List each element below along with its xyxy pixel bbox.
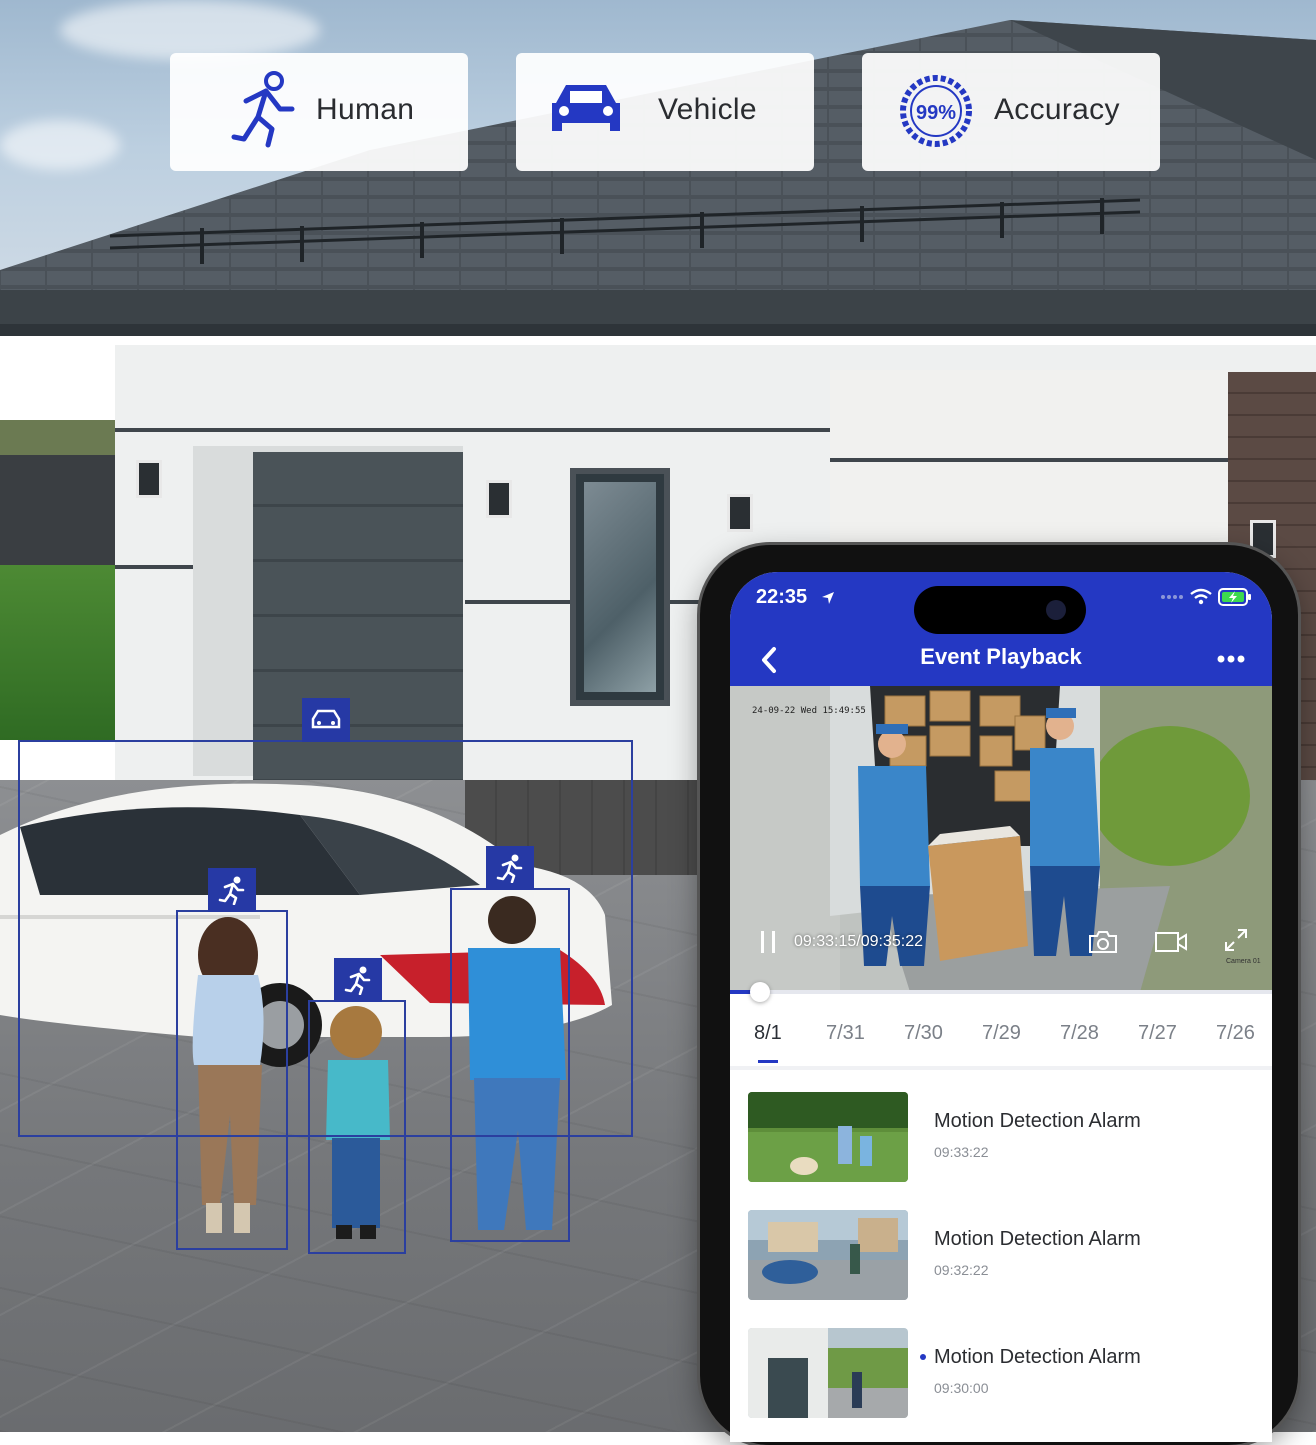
nav-bar: Event Playback	[730, 634, 1272, 686]
date-tab-7-31[interactable]: 7/31	[826, 1022, 865, 1045]
date-tab-7-28[interactable]: 7/28	[1060, 1022, 1099, 1045]
date-tab-7-26[interactable]: 7/26	[1216, 1022, 1255, 1045]
event-title: Motion Detection Alarm	[934, 1110, 1141, 1132]
event-title: Motion Detection Alarm	[934, 1228, 1141, 1250]
human-detection-tag-child	[334, 958, 382, 1002]
event-list-item[interactable]: Motion Detection Alarm 09:32:22	[748, 1210, 1254, 1302]
battery-charging-icon	[1218, 588, 1251, 606]
date-tab-7-27[interactable]: 7/27	[1138, 1022, 1177, 1045]
human-detection-box-child	[308, 1000, 406, 1254]
running-person-icon	[496, 854, 523, 883]
accuracy-gauge-icon: 99%	[900, 75, 972, 147]
garage-door	[253, 452, 463, 782]
feature-badge-vehicle: Vehicle	[516, 53, 814, 171]
human-detection-box-man	[450, 888, 570, 1242]
running-person-icon	[231, 71, 295, 148]
feature-badge-accuracy: 99% Accuracy	[862, 53, 1160, 171]
human-detection-tag-woman	[208, 868, 256, 912]
status-time: 22:35	[756, 586, 808, 608]
car-outline-icon	[311, 709, 341, 729]
vehicle-detection-tag	[302, 698, 350, 742]
event-time: 09:30:00	[934, 1380, 989, 1396]
date-tab-7-30[interactable]: 7/30	[904, 1022, 943, 1045]
playback-time: 09:33:15/09:35:22	[794, 933, 924, 950]
running-person-icon	[344, 966, 371, 995]
camera-snapshot-icon[interactable]	[1088, 930, 1118, 954]
date-tab-7-29[interactable]: 7/29	[982, 1022, 1021, 1045]
date-tabs: 8/1 7/31 7/30 7/29 7/28 7/27 7/26	[730, 1022, 1272, 1066]
event-thumbnail	[748, 1328, 908, 1418]
fullscreen-icon[interactable]	[1222, 926, 1250, 954]
feature-label-accuracy: Accuracy	[994, 93, 1120, 126]
signal-dots-icon	[1161, 595, 1183, 599]
location-arrow-icon	[822, 592, 834, 604]
feature-label-human: Human	[316, 93, 415, 126]
active-date-indicator	[758, 1060, 778, 1063]
human-detection-tag-man	[486, 846, 534, 890]
feature-badge-human: Human	[170, 53, 468, 171]
house-window	[570, 468, 670, 706]
wifi-icon	[1190, 588, 1212, 605]
unread-dot	[920, 1354, 926, 1360]
video-player[interactable]: 24-09-22 Wed 15:49:55 09:33:15/09:35:22 …	[730, 686, 1272, 992]
event-list-item[interactable]: Motion Detection Alarm 09:30:00	[748, 1328, 1254, 1420]
date-tab-8-1[interactable]: 8/1	[754, 1022, 782, 1045]
accuracy-percent: 99%	[916, 102, 956, 124]
human-detection-box-woman	[176, 910, 288, 1250]
phone-screen: 22:35 Event Playback 24-09-22 Wed 15:49:…	[730, 572, 1272, 1442]
event-thumbnail	[748, 1210, 908, 1300]
running-person-icon	[218, 876, 245, 905]
car-icon	[552, 85, 620, 131]
video-timestamp-overlay: 24-09-22 Wed 15:49:55	[752, 706, 866, 716]
playback-progress-fill	[730, 990, 752, 994]
event-list-item[interactable]: Motion Detection Alarm 09:33:22	[748, 1092, 1254, 1184]
event-time: 09:32:22	[934, 1262, 989, 1278]
dynamic-island	[914, 586, 1086, 634]
pause-icon[interactable]	[760, 930, 778, 954]
camera-label: Camera 01	[1226, 958, 1261, 965]
feature-label-vehicle: Vehicle	[658, 93, 757, 126]
event-time: 09:33:22	[934, 1144, 989, 1160]
record-video-icon[interactable]	[1154, 930, 1188, 954]
playback-scrubber-handle[interactable]	[750, 982, 770, 1002]
playback-progress-bar[interactable]	[730, 990, 1272, 994]
more-dots-icon[interactable]	[1216, 654, 1246, 664]
page-title: Event Playback	[920, 644, 1082, 669]
event-title: Motion Detection Alarm	[934, 1346, 1141, 1368]
event-thumbnail	[748, 1092, 908, 1182]
